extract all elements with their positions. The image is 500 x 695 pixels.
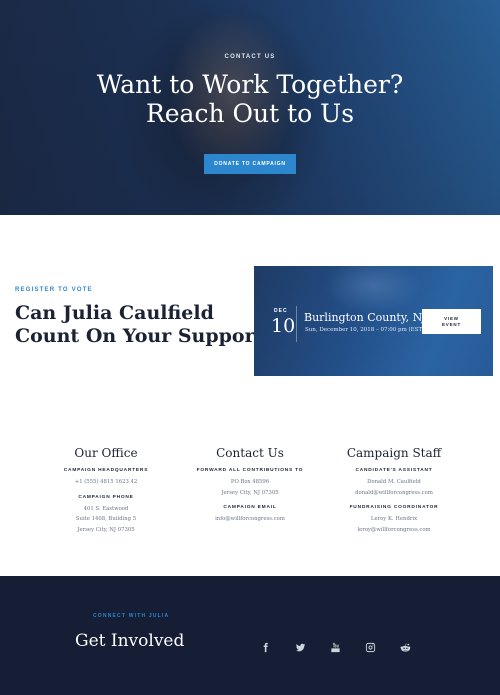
register-title: Can Julia Caulfield Count On Your Suppor… [15,302,275,348]
hq-phone: +1 (555) 4815 1623 42 [74,479,138,485]
event-datetime: Sun, December 10, 2018 – 07:00 pm (EST) [305,327,425,333]
event-place: Burlington County, NJ [304,311,427,324]
view-event-button[interactable]: VIEW EVENT [422,309,481,334]
office-heading: Our Office [74,446,138,460]
hero-section: CONTACT US Want to Work Together? Reach … [0,0,500,215]
register-kicker: REGISTER TO VOTE [15,287,93,293]
view-event-label-2: EVENT [441,321,461,327]
event-divider [296,306,297,342]
donate-button[interactable]: DONATE TO CAMPAIGN [204,154,296,174]
coordinator-name: Leroy K. Hendrix [370,516,418,522]
contact-column: Contact Us FORWARD ALL CONTRIBUTIONS TO … [170,446,330,525]
assistant-name: Donald M. Caulfield [367,479,421,485]
reddit-icon[interactable] [398,640,412,654]
register-title-line-1: Can Julia Caulfield [15,302,214,324]
coordinator-email-link[interactable]: leroy@willforcongress.com [314,525,474,536]
office-column: Our Office CAMPAIGN HEADQUARTERS +1 (555… [26,446,186,535]
assistant-email-link[interactable]: donald@willforcongress.com [314,488,474,499]
assistant-label: CANDIDATE'S ASSISTANT [355,468,433,473]
forward-label: FORWARD ALL CONTRIBUTIONS TO [196,468,304,473]
staff-column: Campaign Staff CANDIDATE'S ASSISTANT Don… [314,446,474,535]
footer-title: Get Involved [75,631,185,651]
hero-title-line-1: Want to Work Together? [96,70,404,99]
event-month: DEC [274,308,288,314]
contact-heading: Contact Us [216,446,284,460]
email-label: CAMPAIGN EMAIL [223,505,277,510]
hero-kicker: CONTACT US [224,54,276,60]
twitter-icon[interactable] [293,640,307,654]
event-card: DEC 10 Burlington County, NJ Sun, Decemb… [254,266,493,376]
office-address-line-1: 401 S. Eastwood [83,505,129,512]
youtube-icon[interactable] [328,640,342,654]
event-day: 10 [271,315,296,337]
office-address-line-3: Jersey City, NJ 07305 [77,526,135,533]
hero-title-line-2: Reach Out to Us [145,99,355,128]
register-title-line-2: Count On Your Support? [15,325,275,347]
facebook-icon[interactable] [258,640,272,654]
footer: CONNECT WITH JULIA Get Involved [0,576,500,695]
instagram-icon[interactable] [363,640,377,654]
hq-label: CAMPAIGN HEADQUARTERS [63,468,149,473]
coordinator-label: FUNDRAISING COORDINATOR [349,505,439,510]
footer-kicker: CONNECT WITH JULIA [93,613,170,619]
hero-title: Want to Work Together? Reach Out to Us [0,70,500,128]
po-box: PO Box 48596 [230,479,270,485]
campaign-email-link[interactable]: info@willforcongress.com [170,514,330,525]
office-address-line-2: Suite 1408, Building 5 [75,516,137,522]
contact-city: Jersey City, NJ 07305 [221,489,279,496]
staff-heading: Campaign Staff [346,446,442,460]
phone-label: CAMPAIGN PHONE [78,494,134,500]
